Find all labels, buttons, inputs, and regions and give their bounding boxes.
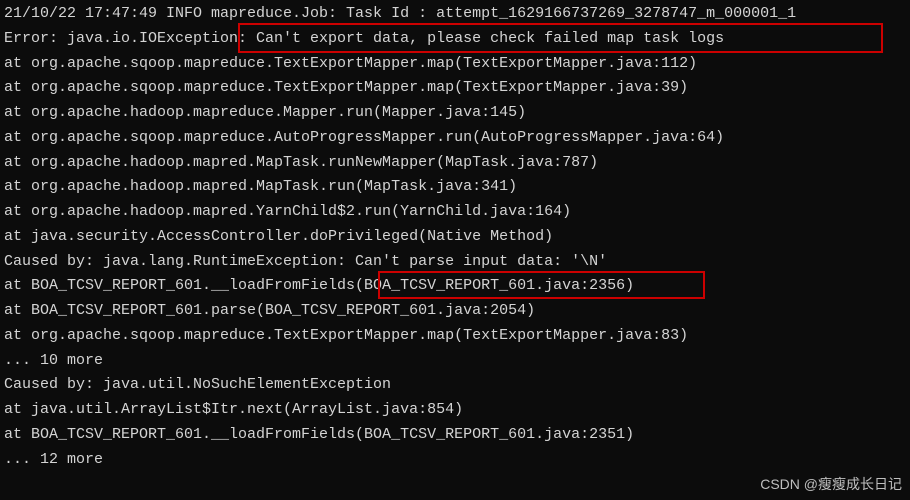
log-line: at org.apache.hadoop.mapred.YarnChild$2.… [4, 200, 906, 225]
log-line: Caused by: java.util.NoSuchElementExcept… [4, 373, 906, 398]
log-line: at java.security.AccessController.doPriv… [4, 225, 906, 250]
watermark-text: CSDN @瘦瘦成长日记 [760, 473, 902, 496]
log-line: ... 12 more [4, 448, 906, 473]
log-line: 21/10/22 17:47:49 INFO mapreduce.Job: Ta… [4, 2, 906, 27]
terminal-output: 21/10/22 17:47:49 INFO mapreduce.Job: Ta… [4, 2, 906, 472]
log-line: at org.apache.sqoop.mapreduce.TextExport… [4, 324, 906, 349]
log-line: at java.util.ArrayList$Itr.next(ArrayLis… [4, 398, 906, 423]
log-line: at org.apache.hadoop.mapreduce.Mapper.ru… [4, 101, 906, 126]
log-line: Error: java.io.IOException: Can't export… [4, 27, 906, 52]
log-line: at BOA_TCSV_REPORT_601.__loadFromFields(… [4, 274, 906, 299]
log-line: at BOA_TCSV_REPORT_601.__loadFromFields(… [4, 423, 906, 448]
log-line: Caused by: java.lang.RuntimeException: C… [4, 250, 906, 275]
log-line: at org.apache.hadoop.mapred.MapTask.run(… [4, 175, 906, 200]
log-line: at org.apache.sqoop.mapreduce.TextExport… [4, 52, 906, 77]
log-line: at org.apache.hadoop.mapred.MapTask.runN… [4, 151, 906, 176]
log-line: at org.apache.sqoop.mapreduce.AutoProgre… [4, 126, 906, 151]
log-line: at org.apache.sqoop.mapreduce.TextExport… [4, 76, 906, 101]
log-line: at BOA_TCSV_REPORT_601.parse(BOA_TCSV_RE… [4, 299, 906, 324]
log-line: ... 10 more [4, 349, 906, 374]
